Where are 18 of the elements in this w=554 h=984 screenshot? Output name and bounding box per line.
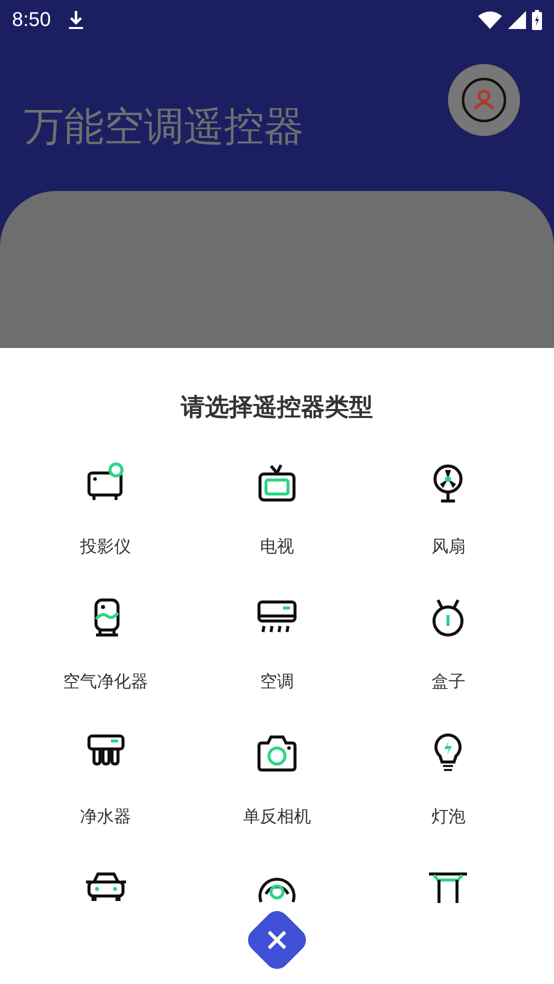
close-icon: [266, 928, 288, 950]
device-label[interactable]: 灯泡: [431, 805, 466, 828]
device-label[interactable]: 空气净化器: [63, 670, 148, 693]
device-label[interactable]: 空调: [260, 670, 294, 693]
wifi-icon: [478, 11, 502, 29]
device-label[interactable]: 风扇: [431, 535, 466, 558]
device-label[interactable]: 盒子: [431, 670, 466, 693]
signal-icon: [508, 11, 526, 29]
app-title: 万能空调遥控器: [24, 103, 304, 152]
battery-icon: [532, 10, 542, 30]
device-label[interactable]: 净水器: [80, 805, 132, 828]
device-label[interactable]: 投影仪: [80, 535, 132, 558]
sheet-title: 请选择遥控器类型: [180, 392, 374, 422]
status-time: 8:50: [12, 8, 51, 32]
download-icon: [66, 10, 85, 30]
device-label[interactable]: 电视: [260, 535, 294, 558]
device-label[interactable]: 单反相机: [242, 805, 311, 828]
user-icon: [461, 77, 507, 123]
